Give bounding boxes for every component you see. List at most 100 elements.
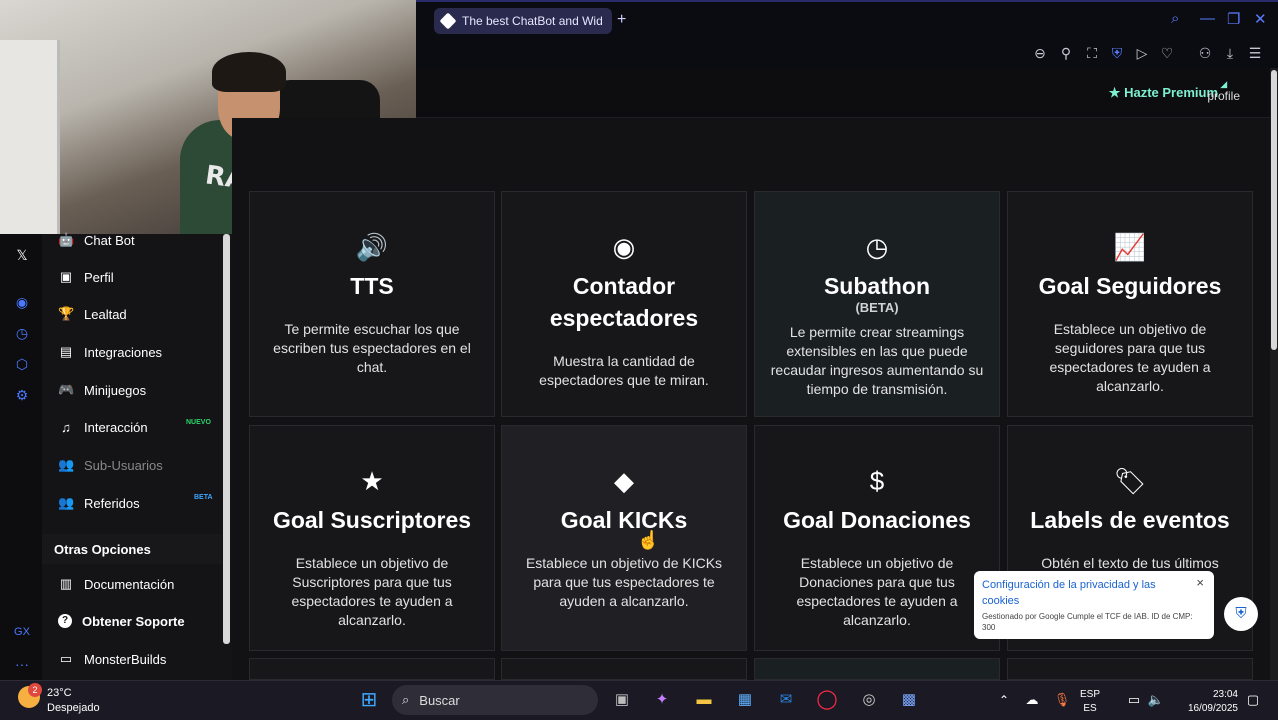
card-partial[interactable] bbox=[1007, 658, 1253, 680]
sidebar-item-chat-bot[interactable]: 🤖 Chat Bot bbox=[58, 229, 135, 251]
new-tab-button[interactable]: + bbox=[617, 11, 626, 29]
history-icon[interactable]: ◷ bbox=[12, 323, 32, 343]
sidebar-item-label: Interacción bbox=[84, 419, 148, 435]
minimize-icon[interactable]: — bbox=[1200, 10, 1215, 27]
card-description: Establece un objetivo de KICKs para que … bbox=[525, 555, 723, 609]
card-goal-kicks[interactable]: ◆ Goal KICKs Establece un objetivo de KI… bbox=[501, 425, 747, 651]
card-partial[interactable] bbox=[501, 658, 747, 680]
sidebar-item-label: Referidos bbox=[84, 495, 140, 511]
volume-icon: 🔊 bbox=[355, 232, 389, 262]
snapshot-icon[interactable]: ⛶ bbox=[1083, 44, 1101, 62]
users-icon: 👥 bbox=[58, 457, 75, 472]
clock-time: 23:04 bbox=[1212, 689, 1238, 700]
language-indicator[interactable]: ESP ES bbox=[1080, 688, 1100, 716]
clock[interactable]: 23:04 16/09/2025 bbox=[1176, 688, 1238, 716]
sidebar-item-referidos[interactable]: 👥 Referidos bbox=[58, 492, 140, 514]
microphone-icon[interactable]: 🎙 bbox=[1050, 688, 1074, 712]
sidebar-item-soporte[interactable]: ? Obtener Soporte bbox=[58, 610, 185, 632]
weather-temp: 23°C bbox=[47, 687, 72, 699]
sidebar-item-sub-usuarios[interactable]: 👥 Sub-Usuarios bbox=[58, 454, 163, 476]
profile-button[interactable]: ◢ profile bbox=[1207, 77, 1240, 102]
card-contador-espectadores[interactable]: ◉ Contador espectadores Muestra la canti… bbox=[501, 191, 747, 417]
copilot-icon[interactable]: ✦ bbox=[650, 688, 674, 712]
notification-center-icon[interactable]: ▢ bbox=[1241, 688, 1265, 712]
sidebar-item-integraciones[interactable]: ▤ Integraciones bbox=[58, 341, 162, 363]
card-subathon[interactable]: ◷ Subathon (BETA) Le permite crear strea… bbox=[754, 191, 1000, 417]
file-explorer-icon[interactable]: ▬ bbox=[692, 688, 716, 712]
maximize-icon[interactable]: ❐ bbox=[1227, 10, 1240, 28]
search-tabs-icon[interactable]: ⌕ bbox=[1171, 10, 1179, 27]
sidebar-item-perfil[interactable]: ▣ Perfil bbox=[58, 266, 114, 288]
obs-icon[interactable]: ◎ bbox=[857, 688, 881, 712]
task-view-icon[interactable]: ▣ bbox=[610, 688, 634, 712]
chevron-up-icon[interactable]: ⌃ bbox=[992, 688, 1016, 712]
sidebar-scrollbar[interactable] bbox=[223, 234, 230, 644]
card-partial[interactable] bbox=[249, 658, 495, 680]
gx-icon[interactable]: GX bbox=[12, 622, 32, 642]
sidebar-item-minijuegos[interactable]: 🎮 Minijuegos bbox=[58, 379, 146, 401]
page-scrollbar-thumb[interactable] bbox=[1271, 70, 1277, 350]
shield-icon[interactable]: ⛨ bbox=[1108, 44, 1126, 62]
card-title: TTS bbox=[350, 273, 394, 299]
store-icon[interactable]: ▦ bbox=[733, 688, 757, 712]
zoom-out-icon[interactable]: ⊖ bbox=[1031, 44, 1049, 62]
browser-tab[interactable]: The best ChatBot and Wid bbox=[434, 8, 612, 34]
account-icon[interactable]: ⚇ bbox=[1196, 44, 1214, 62]
card-subtitle: (BETA) bbox=[855, 300, 899, 315]
windows-start-icon[interactable]: ⊞ bbox=[357, 688, 381, 712]
network-icon[interactable]: ▭ bbox=[1122, 688, 1146, 712]
taskbar-search-input[interactable]: ⌕ Buscar bbox=[392, 685, 598, 715]
sidebar-item-monsterbuilds[interactable]: ▭ MonsterBuilds bbox=[58, 648, 167, 670]
outlook-icon[interactable]: ✉ bbox=[774, 688, 798, 712]
opera-gx-icon[interactable]: ◯ bbox=[815, 688, 839, 712]
sidebar-item-lealtad[interactable]: 🏆 Lealtad bbox=[58, 303, 127, 325]
card-tts[interactable]: 🔊 TTS Te permite escuchar los que escrib… bbox=[249, 191, 495, 417]
sidebar-item-interaccion[interactable]: ♫ Interacción bbox=[58, 416, 148, 438]
id-card-icon: ▣ bbox=[59, 269, 73, 284]
app-icon[interactable]: ▩ bbox=[897, 688, 921, 712]
card-goal-donaciones[interactable]: $ Goal Donaciones Establece un objetivo … bbox=[754, 425, 1000, 651]
heart-icon[interactable]: ♡ bbox=[1158, 44, 1176, 62]
card-partial[interactable] bbox=[754, 658, 1000, 680]
sidebar-item-label: Minijuegos bbox=[84, 382, 147, 398]
pin-icon[interactable]: ⚲ bbox=[1057, 44, 1075, 62]
card-title: Labels de eventos bbox=[1030, 507, 1230, 533]
language-label: ESP bbox=[1080, 689, 1101, 700]
user-group-icon: 👥 bbox=[58, 495, 75, 510]
more-icon[interactable]: ··· bbox=[12, 654, 32, 674]
close-icon[interactable]: × bbox=[1196, 575, 1204, 590]
cookie-title[interactable]: Configuración de la privacidad y las coo… bbox=[982, 577, 1182, 609]
x-social-icon[interactable]: 𝕏 bbox=[12, 245, 32, 265]
dollar-icon: $ bbox=[869, 466, 885, 496]
search-icon: ⌕ bbox=[402, 692, 410, 707]
sidebar-item-label: Obtener Soporte bbox=[82, 613, 185, 629]
premium-button[interactable]: ★ Hazte Premium bbox=[1109, 85, 1218, 101]
new-badge: NUEVO bbox=[186, 419, 211, 426]
chart-line-icon: 📈 bbox=[1113, 232, 1147, 262]
card-goal-seguidores[interactable]: 📈 Goal Seguidores Establece un objetivo … bbox=[1007, 191, 1253, 417]
music-icon: ♫ bbox=[61, 419, 71, 435]
menu-icon[interactable]: ☰ bbox=[1246, 44, 1264, 62]
clock-icon: ◷ bbox=[865, 232, 889, 262]
card-title: Goal Seguidores bbox=[1038, 273, 1222, 299]
gamepad-icon: 🎮 bbox=[58, 382, 75, 397]
close-window-icon[interactable]: ✕ bbox=[1254, 10, 1267, 28]
profile-image-icon: ◢ bbox=[1220, 79, 1228, 89]
extensions-icon[interactable]: ⬡ bbox=[12, 354, 32, 374]
onedrive-icon[interactable]: ☁ bbox=[1020, 688, 1044, 712]
card-goal-suscriptores[interactable]: ★ Goal Suscriptores Establece un objetiv… bbox=[249, 425, 495, 651]
download-icon[interactable]: ⤓ bbox=[1221, 44, 1239, 62]
play-icon[interactable]: ▷ bbox=[1133, 44, 1151, 62]
player-icon[interactable]: ◉ bbox=[12, 292, 32, 312]
notification-count-badge: 2 bbox=[28, 683, 42, 697]
weather-widget[interactable]: 23°C Despejado bbox=[47, 686, 100, 716]
settings-icon[interactable]: ⚙ bbox=[12, 385, 32, 405]
privacy-shield-icon[interactable]: ⛨ bbox=[1224, 597, 1258, 631]
sidebar-item-label: Documentación bbox=[84, 576, 175, 592]
weather-desc: Despejado bbox=[47, 702, 100, 714]
sidebar-item-documentacion[interactable]: ▥ Documentación bbox=[58, 573, 174, 595]
volume-icon[interactable]: 🔈 bbox=[1144, 688, 1168, 712]
star-icon: ★ bbox=[1108, 85, 1125, 100]
cookie-consent-popup[interactable]: Configuración de la privacidad y las coo… bbox=[974, 571, 1214, 639]
gem-icon: ◆ bbox=[614, 466, 634, 496]
